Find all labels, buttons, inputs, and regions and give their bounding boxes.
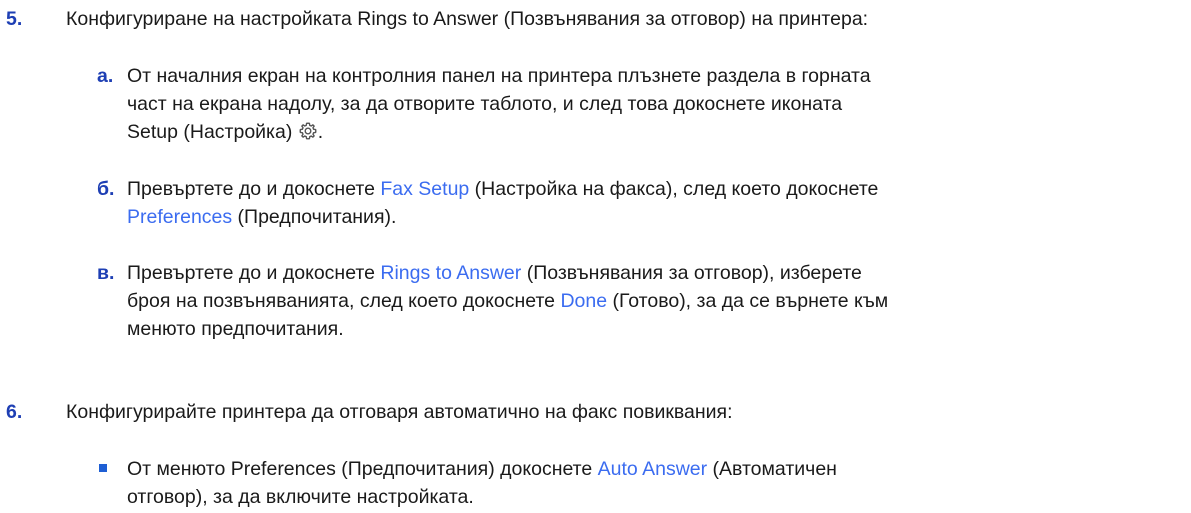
preferences-link[interactable]: Preferences <box>127 206 232 228</box>
text-segment: От менюто Preferences (Предпочитания) до… <box>127 458 598 480</box>
step-number: 5. <box>6 8 23 30</box>
done-link[interactable]: Done <box>560 290 607 312</box>
text-segment: (Настройка на факса), след което докосне… <box>469 178 879 200</box>
substep-text: От началния екран на контролния панел на… <box>127 62 871 146</box>
auto-answer-link[interactable]: Auto Answer <box>598 458 707 480</box>
text-line: отговор), за да включите настройката. <box>127 486 474 508</box>
bullet-text: От менюто Preferences (Предпочитания) до… <box>127 455 837 511</box>
substep-letter: в. <box>97 262 115 284</box>
text-line: Превъртете до и докоснете Fax Setup (Нас… <box>127 175 878 203</box>
text-line: броя на позвъняванията, след което докос… <box>127 287 888 315</box>
text-line: Setup (Настройка) . <box>127 118 871 146</box>
text-segment: броя на позвъняванията, след което докос… <box>127 290 561 312</box>
fax-setup-link[interactable]: Fax Setup <box>380 178 469 200</box>
setup-label: Setup (Настройка) <box>127 121 293 143</box>
text-line: менюто предпочитания. <box>127 318 344 340</box>
bullet-square <box>99 464 107 472</box>
step-number: 6. <box>6 401 23 423</box>
substep-letter: б. <box>97 178 115 200</box>
substep-text: Превъртете до и докоснете Rings to Answe… <box>127 259 888 343</box>
text-line: От началния екран на контролния панел на… <box>127 65 871 87</box>
gear-icon <box>298 121 318 141</box>
step-text: Конфигурирайте принтера да отговаря авто… <box>66 401 733 423</box>
text-line: Превъртете до и докоснете Rings to Answe… <box>127 259 888 287</box>
text-line: част на екрана надолу, за да отворите та… <box>127 93 843 115</box>
text-segment: (Готово), за да се върнете към <box>607 290 889 312</box>
text-segment: (Автоматичен <box>707 458 837 480</box>
text-line: От менюто Preferences (Предпочитания) до… <box>127 455 837 483</box>
period: . <box>317 121 324 143</box>
text-segment: (Предпочитания). <box>232 206 397 228</box>
step-text: Конфигуриране на настройката Rings to An… <box>66 8 869 30</box>
text-segment: Превъртете до и докоснете <box>127 178 381 200</box>
text-segment: Превъртете до и докоснете <box>127 262 381 284</box>
substep-letter: a. <box>97 65 114 87</box>
text-line: Preferences (Предпочитания). <box>127 203 878 231</box>
substep-text: Превъртете до и докоснете Fax Setup (Нас… <box>127 175 878 231</box>
rings-to-answer-link[interactable]: Rings to Answer <box>380 262 521 284</box>
text-segment: (Позвънявания за отговор), изберете <box>521 262 862 284</box>
